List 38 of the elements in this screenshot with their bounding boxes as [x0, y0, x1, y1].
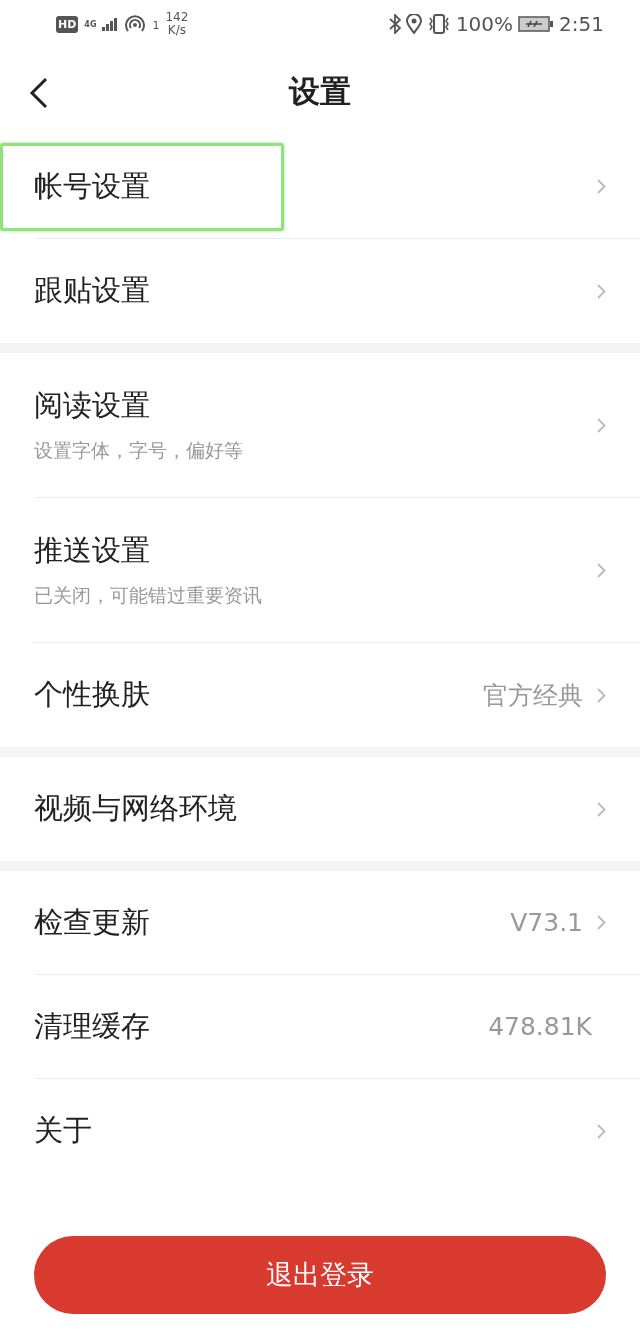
row-title: 检查更新 — [34, 903, 150, 941]
clock-time: 2:51 — [559, 12, 604, 36]
row-title: 关于 — [34, 1112, 92, 1149]
settings-row[interactable]: 个性换肤 官方经典 — [34, 643, 640, 747]
settings-row[interactable]: 阅读设置 设置字体，字号，偏好等 — [34, 353, 640, 498]
hotspot-icon — [124, 14, 147, 34]
row-title: 个性换肤 — [34, 676, 150, 713]
back-icon[interactable] — [28, 77, 50, 109]
settings-row[interactable]: 帐号设置 — [34, 135, 640, 239]
row-value: 官方经典 — [483, 679, 583, 712]
page-title: 设置 — [289, 71, 351, 111]
vibrate-icon — [426, 14, 451, 34]
settings-row[interactable]: 关于 — [34, 1079, 640, 1183]
row-title: 视频与网络环境 — [34, 790, 237, 827]
bluetooth-icon — [388, 14, 401, 34]
speed-unit: K/s — [167, 24, 186, 37]
location-icon — [405, 14, 422, 34]
row-value: 478.81K — [488, 1012, 592, 1041]
battery-percent: 100% — [455, 12, 514, 36]
hd-badge: HD — [56, 15, 79, 33]
signal-icon — [102, 17, 119, 31]
battery-charging-icon — [518, 16, 555, 32]
network-label: 4G — [84, 19, 97, 29]
row-title: 阅读设置 — [34, 387, 151, 424]
row-title: 帐号设置 — [34, 167, 150, 205]
settings-row[interactable]: 推送设置 已关闭，可能错过重要资讯 — [34, 498, 640, 643]
settings-row[interactable]: 视频与网络环境 — [34, 757, 640, 861]
row-title: 推送设置 — [34, 532, 151, 569]
row-subtitle: 设置字体，字号，偏好等 — [34, 438, 243, 463]
settings-row[interactable]: 清理缓存 478.81K — [34, 975, 640, 1079]
row-value: V73.1 — [510, 908, 583, 937]
row-title: 清理缓存 — [34, 1007, 150, 1045]
settings-row[interactable]: 跟贴设置 — [34, 239, 640, 343]
hotspot-count: 1 — [152, 19, 160, 32]
row-title: 跟贴设置 — [34, 272, 150, 309]
row-subtitle: 已关闭，可能错过重要资讯 — [34, 583, 262, 608]
settings-row[interactable]: 检查更新 V73.1 — [34, 871, 640, 975]
network-speed: 142 — [165, 11, 189, 24]
